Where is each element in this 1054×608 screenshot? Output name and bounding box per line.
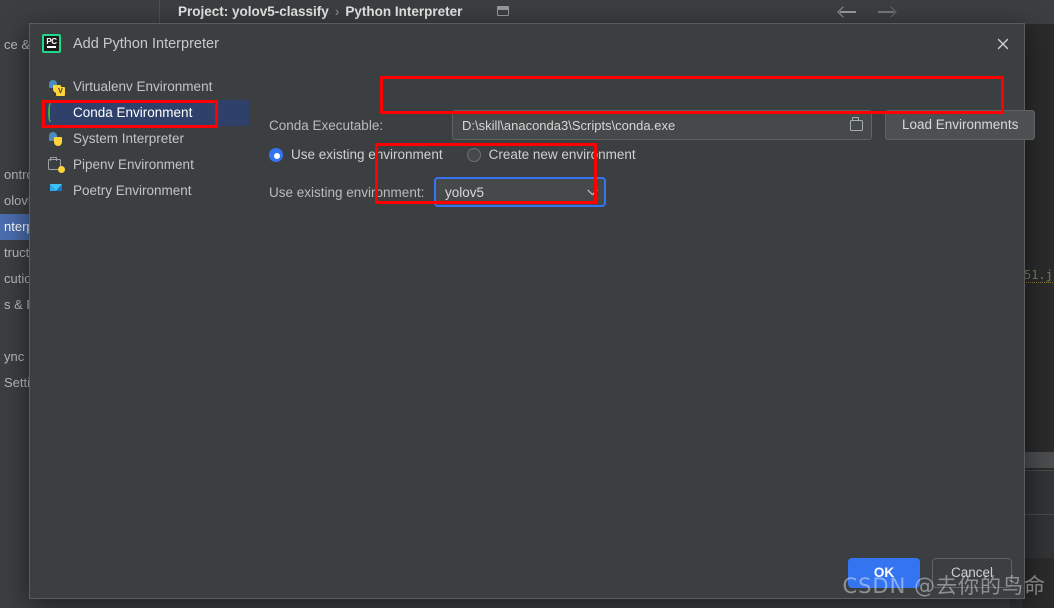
conda-icon: [48, 103, 64, 122]
dialog-title: Add Python Interpreter: [73, 35, 219, 52]
radio-dot-icon: [466, 147, 481, 162]
conda-executable-input[interactable]: D:\skill\anaconda3\Scripts\conda.exe: [452, 110, 872, 140]
breadcrumb-project[interactable]: Project: yolov5-classify: [178, 4, 329, 19]
sidebar-item-pipenv-environment[interactable]: Pipenv Environment: [41, 152, 249, 178]
existing-environment-label: Use existing environment:: [269, 185, 425, 200]
sidebar-item-label: Conda Environment: [73, 105, 193, 120]
pycharm-icon: PC: [42, 34, 61, 53]
pycharm-icon-bar: [47, 46, 56, 48]
radio-create-new-environment[interactable]: Create new environment: [466, 147, 636, 162]
existing-environment-dropdown[interactable]: yolov5: [434, 177, 606, 207]
window-icon[interactable]: [497, 6, 509, 16]
ide-topbar: Project: yolov5-classify › Python Interpre…: [0, 0, 1054, 24]
close-icon[interactable]: [992, 33, 1014, 55]
sidebar-item-virtualenv-environment[interactable]: V Virtualenv Environment: [41, 74, 249, 100]
radio-dot-icon: [269, 147, 283, 162]
poetry-icon: [48, 183, 64, 199]
radio-label: Use existing environment: [291, 147, 443, 162]
sidebar-item-label: Virtualenv Environment: [73, 79, 213, 94]
sidebar-item-system-interpreter[interactable]: System Interpreter: [41, 126, 249, 152]
sidebar-item-conda-environment[interactable]: Conda Environment: [41, 100, 249, 126]
sidebar-item-label: Pipenv Environment: [73, 157, 194, 172]
ok-button[interactable]: OK: [847, 558, 920, 588]
breadcrumb-page[interactable]: Python Interpreter: [345, 4, 462, 19]
breadcrumb: Project: yolov5-classify › Python Interpre…: [178, 0, 462, 24]
python-icon: [48, 131, 64, 147]
editor-panel-row: [1022, 514, 1054, 558]
sidebar-item-label: System Interpreter: [73, 131, 185, 146]
existing-environment-value: yolov5: [445, 184, 485, 200]
folder-browse-icon[interactable]: [841, 111, 871, 139]
sidebar-item-poetry-environment[interactable]: Poetry Environment: [41, 178, 249, 204]
chevron-down-icon[interactable]: [580, 189, 604, 196]
load-environments-button[interactable]: Load Environments: [885, 110, 1036, 140]
radio-label: Create new environment: [488, 147, 636, 162]
radio-use-existing-environment[interactable]: Use existing environment: [269, 147, 443, 162]
add-python-interpreter-dialog: PC Add Python Interpreter V Virtualenv E…: [29, 23, 1036, 599]
screen: ce & ontro olov5 nterp truct cution s & …: [0, 0, 1054, 608]
conda-executable-label: Conda Executable:: [269, 118, 384, 133]
editor-panel-highlight: [1022, 452, 1054, 468]
cancel-button[interactable]: Cancel: [931, 558, 1012, 588]
dialog-footer: OK Cancel: [847, 558, 1012, 588]
virtualenv-icon: V: [48, 79, 65, 96]
editor-code-fragment: 51.j: [1024, 268, 1053, 283]
environment-type-list[interactable]: V Virtualenv Environment Conda Environme…: [41, 74, 249, 204]
navigation-arrows: [838, 0, 896, 24]
dialog-titlebar: PC Add Python Interpreter: [30, 24, 1024, 63]
ide-topbar-left: [0, 0, 160, 24]
editor-panel-row: [1022, 470, 1054, 514]
breadcrumb-separator: ›: [334, 4, 340, 19]
conda-executable-value: D:\skill\anaconda3\Scripts\conda.exe: [462, 117, 676, 133]
pipenv-folder-icon: [48, 156, 65, 173]
pycharm-icon-text: PC: [46, 37, 57, 46]
arrow-left-icon[interactable]: [838, 5, 858, 19]
sidebar-item-label: Poetry Environment: [73, 183, 192, 198]
environment-mode-radio-group: Use existing environment Create new envi…: [269, 147, 636, 162]
arrow-right-icon[interactable]: [876, 5, 896, 19]
